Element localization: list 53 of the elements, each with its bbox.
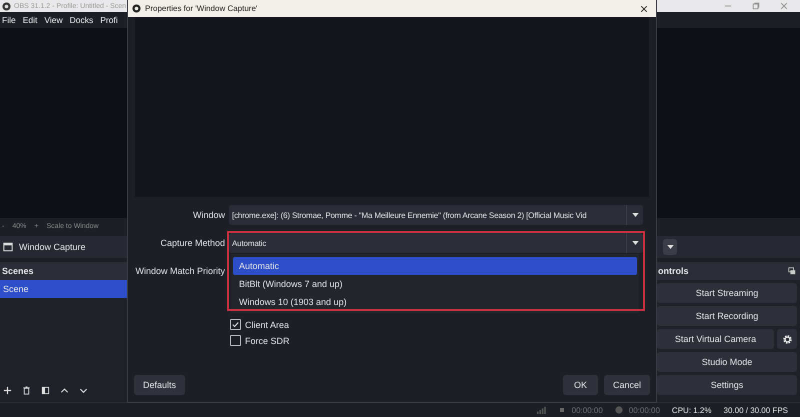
checkbox[interactable]	[230, 335, 241, 346]
checkbox[interactable]	[230, 319, 241, 330]
stream-icon	[558, 406, 566, 414]
caret-icon	[632, 241, 638, 245]
chevron-up-icon[interactable]	[60, 386, 69, 394]
checkbox-label: Force SDR	[245, 336, 290, 346]
field-label: Window	[192, 210, 225, 220]
fps-reading: 30.00 / 30.00 FPS	[724, 406, 788, 414]
dropdown-option[interactable]: BitBlt (Windows 7 and up)	[233, 275, 637, 293]
menu-item[interactable]: Docks	[70, 15, 94, 25]
dropdown-field[interactable]: [chrome.exe]: (6) Stromae, Pomme - "Ma Meilleure Ennemie" (from Arcane Season 2) [Official Music Vid	[229, 205, 643, 225]
cpu-usage: CPU: 1.2%	[672, 406, 712, 414]
maximize-icon[interactable]	[752, 2, 760, 10]
app-logo-icon	[132, 4, 141, 13]
caret-icon	[632, 213, 638, 217]
dropdown-field[interactable]: Automatic	[229, 233, 643, 253]
dropdown-option[interactable]: Windows 10 (1903 and up)	[233, 293, 637, 311]
caret-icon	[666, 245, 674, 249]
add-icon[interactable]	[3, 386, 12, 394]
dialog-title: Properties for 'Window Capture'	[145, 4, 258, 13]
dock-title: ontrols	[658, 266, 690, 276]
record-icon	[614, 406, 623, 414]
panel-icon[interactable]	[41, 386, 50, 394]
menu-item[interactable]: Profi	[100, 15, 118, 25]
menu-item[interactable]: Edit	[22, 15, 38, 25]
menu-item[interactable]: File	[2, 15, 16, 25]
undock-icon[interactable]	[788, 267, 796, 275]
control-button[interactable]: Studio Mode	[657, 352, 797, 372]
control-button[interactable]: Start Recording	[657, 306, 797, 326]
control-button[interactable]: Settings	[657, 375, 797, 395]
dock-title: Scenes	[0, 262, 127, 280]
control-button[interactable]: Start Virtual Camera	[657, 329, 774, 349]
checkbox-label: Client Area	[245, 320, 290, 330]
field-label: Capture Method	[159, 238, 225, 248]
ok-button[interactable]: OK	[562, 375, 598, 395]
app-logo-icon	[2, 2, 11, 10]
signal-icon	[536, 406, 546, 414]
settings-button[interactable]	[777, 329, 797, 349]
cancel-button[interactable]: Cancel	[604, 375, 650, 395]
close-icon[interactable]	[640, 4, 648, 12]
record-time: 00:00:00	[628, 406, 660, 414]
trash-icon[interactable]	[22, 386, 31, 394]
field-label: Window Match Priority	[134, 266, 225, 276]
control-button[interactable]: Start Streaming	[657, 283, 797, 303]
stream-time: 00:00:00	[572, 406, 603, 414]
scene-item[interactable]: Scene	[0, 280, 127, 298]
defaults-button[interactable]: Defaults	[134, 375, 186, 395]
source-name: Window Capture	[19, 242, 86, 252]
gear-icon	[782, 334, 792, 344]
dropdown-option[interactable]: Automatic	[233, 257, 637, 275]
menu-item[interactable]: View	[44, 15, 63, 25]
dropdown-button[interactable]	[663, 239, 677, 255]
window-icon	[3, 242, 13, 252]
